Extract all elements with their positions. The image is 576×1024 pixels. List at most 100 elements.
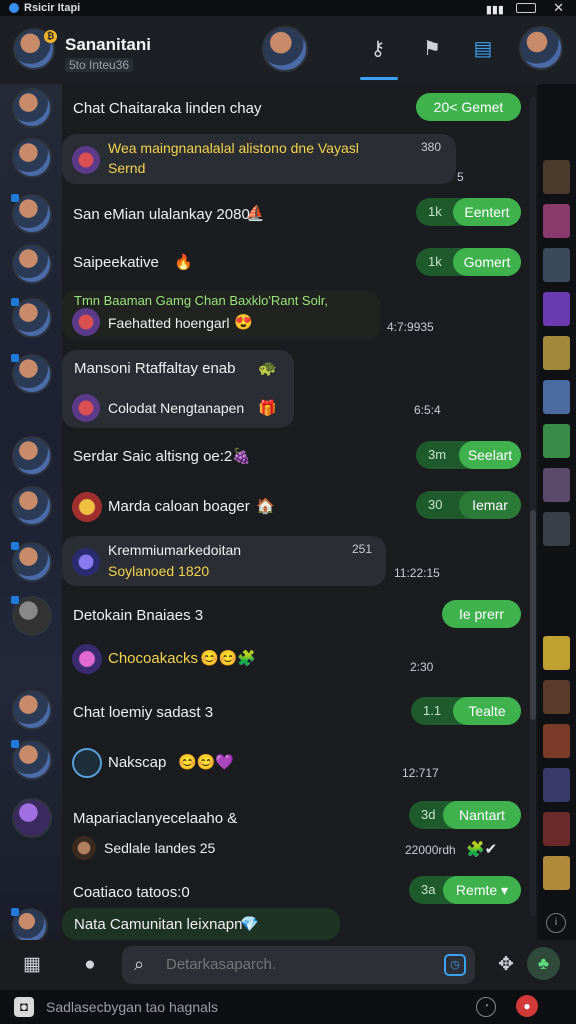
scrollbar-thumb[interactable]: [530, 510, 536, 720]
list-item[interactable]: Serdar Saic altisng oe:2 🍇 3m Seelart: [0, 432, 530, 480]
action-pill[interactable]: 1k Gomert: [416, 248, 521, 276]
rail-thumb[interactable]: [543, 856, 570, 890]
location-icon[interactable]: ●: [78, 953, 102, 977]
game-icon: [72, 308, 100, 336]
list-item[interactable]: Chocoakacks 😊😊🧩 2:30: [0, 640, 530, 688]
avatar: [12, 798, 52, 838]
pill-count: 1k: [428, 204, 442, 219]
timestamp: 2:30: [410, 660, 434, 674]
send-button[interactable]: ♣: [527, 947, 560, 980]
rail-thumb[interactable]: [543, 424, 570, 458]
list-item[interactable]: Detokain Bnaiaes 3 Ie prerr: [0, 592, 530, 640]
rail-thumb[interactable]: [543, 292, 570, 326]
action-button[interactable]: Iemar: [459, 491, 521, 519]
action-button[interactable]: Eentert: [453, 198, 521, 226]
message-text-2: Faehatted hoengarl: [108, 315, 230, 331]
info-icon[interactable]: i: [546, 913, 566, 933]
app-icon: [9, 3, 19, 13]
message-text: Serdar Saic altisng oe:2: [73, 448, 233, 465]
timestamp: 4:7:9935: [387, 320, 434, 334]
action-pill[interactable]: 30 Iemar: [416, 491, 521, 519]
emoji-icon: 🍇: [232, 448, 251, 465]
rail-thumb[interactable]: [543, 724, 570, 758]
rail-thumb[interactable]: [543, 512, 570, 546]
clock-icon[interactable]: ◷: [444, 954, 466, 976]
message-text: Chat Chaitaraka linden chay: [73, 100, 262, 117]
action-button[interactable]: Seelart: [459, 441, 521, 469]
list-item[interactable]: Chat Chaitaraka linden chay 20< Gemet: [0, 84, 530, 130]
scrollbar-track[interactable]: [530, 96, 536, 916]
coin-badge: ₿: [44, 30, 57, 43]
avatar-small: [72, 836, 96, 860]
action-button[interactable]: 20< Gemet: [416, 93, 521, 121]
message-text: Kremmiumarkedoitan: [108, 542, 242, 558]
avatar: [12, 436, 52, 476]
list-item[interactable]: Nata Camunitan leixnapn 💎: [0, 906, 530, 944]
message-text-2: Sernd: [108, 160, 146, 176]
list-item[interactable]: Coatiaco tatoos:0 3a Remte ▾: [0, 870, 530, 906]
message-text: Nakscap: [108, 754, 167, 771]
search-field[interactable]: ⌕ ◷: [122, 946, 475, 984]
action-pill[interactable]: 3d Nantart: [409, 801, 521, 829]
key-icon[interactable]: ⚷: [366, 38, 390, 60]
message-text: Coatiaco tatoos:0: [73, 884, 190, 901]
pill-count: 30: [428, 497, 443, 512]
profile-avatar[interactable]: [519, 26, 563, 70]
action-button[interactable]: Tealte: [453, 697, 521, 725]
contact-avatar[interactable]: [262, 26, 308, 72]
list-item[interactable]: San eMian ulalankay 2080 ⛵ 1k Eentert: [0, 192, 530, 240]
gamepad-icon[interactable]: ✥: [494, 953, 518, 977]
rail-thumb[interactable]: [543, 812, 570, 846]
flag-icon[interactable]: ⚑: [420, 38, 444, 60]
rail-thumb[interactable]: [543, 336, 570, 370]
rail-thumb[interactable]: [543, 768, 570, 802]
stickers-icon[interactable]: ▦: [20, 953, 44, 977]
message-text: Saipeekative: [73, 254, 159, 271]
notification-icon[interactable]: ●: [516, 995, 538, 1017]
emoji-icon: 💎: [240, 916, 259, 933]
battery-icon: [516, 3, 536, 13]
rail-thumb[interactable]: [543, 160, 570, 194]
list-item[interactable]: Wea maingnanalalal alistono dne Vayasl S…: [0, 132, 530, 188]
action-button[interactable]: Remte ▾: [443, 876, 521, 904]
rail-thumb[interactable]: [543, 468, 570, 502]
list-item[interactable]: Tmn Baaman Gamg Chan Baxklo'Rant Solr, F…: [0, 288, 530, 346]
discord-icon[interactable]: ◘: [14, 997, 34, 1017]
list-item[interactable]: Chat loemiy sadast 3 1.1 Tealte: [0, 688, 530, 734]
timestamp: 251: [352, 542, 373, 556]
close-icon[interactable]: ✕: [553, 0, 564, 16]
action-pill[interactable]: 3m Seelart: [416, 441, 521, 469]
emoji-icon: 🔥: [174, 254, 193, 271]
timestamp: 12:717: [402, 766, 439, 780]
rail-thumb[interactable]: [543, 204, 570, 238]
rail-thumb[interactable]: [543, 636, 570, 670]
emoji-icon: 🏠: [256, 498, 275, 515]
list-item[interactable]: Mansoni Rtaffaltay enab 🐢 Colodat Nengta…: [0, 348, 530, 430]
rail-thumb[interactable]: [543, 380, 570, 414]
action-pill[interactable]: 3a Remte ▾: [409, 876, 521, 904]
action-button[interactable]: Ie prerr: [442, 600, 521, 628]
action-pill[interactable]: 1k Eentert: [416, 198, 521, 226]
timer-icon[interactable]: ◔: [476, 997, 496, 1017]
list-item[interactable]: Marda caloan boager 🏠 30 Iemar: [0, 482, 530, 532]
timestamp: 6:5:4: [414, 403, 441, 417]
list-item[interactable]: Saipeekative 🔥 1k Gomert: [0, 242, 530, 288]
search-input[interactable]: [164, 955, 438, 974]
pill-count: 3d: [421, 807, 436, 822]
action-button[interactable]: Gomert: [453, 248, 521, 276]
rail-thumb[interactable]: [543, 680, 570, 714]
emoji-icon: 😊😊💜: [178, 754, 235, 771]
message-text: Chat loemiy sadast 3: [73, 704, 214, 721]
action-pill[interactable]: 1.1 Tealte: [411, 697, 521, 725]
chat-icon[interactable]: ▤: [471, 38, 495, 60]
action-pill[interactable]: 20< Gemet: [416, 93, 521, 121]
page-subtitle: 5to Inteu36: [65, 58, 134, 72]
game-icon: [72, 644, 102, 674]
list-item[interactable]: Kremmiumarkedoitan Soylanoed 1820 251 11…: [0, 534, 530, 590]
list-item[interactable]: Mapariaclanyecelaaho & Sedlale landes 25…: [0, 790, 530, 866]
rail-thumb[interactable]: [543, 248, 570, 282]
composer-bar: ▦ ● ⌕ ◷ ✥ ♣: [0, 940, 576, 990]
message-text: Tmn Baaman Gamg Chan Baxklo'Rant Solr,: [74, 293, 328, 308]
action-button[interactable]: Nantart: [443, 801, 521, 829]
list-item[interactable]: Nakscap 😊😊💜 12:717: [0, 736, 530, 786]
